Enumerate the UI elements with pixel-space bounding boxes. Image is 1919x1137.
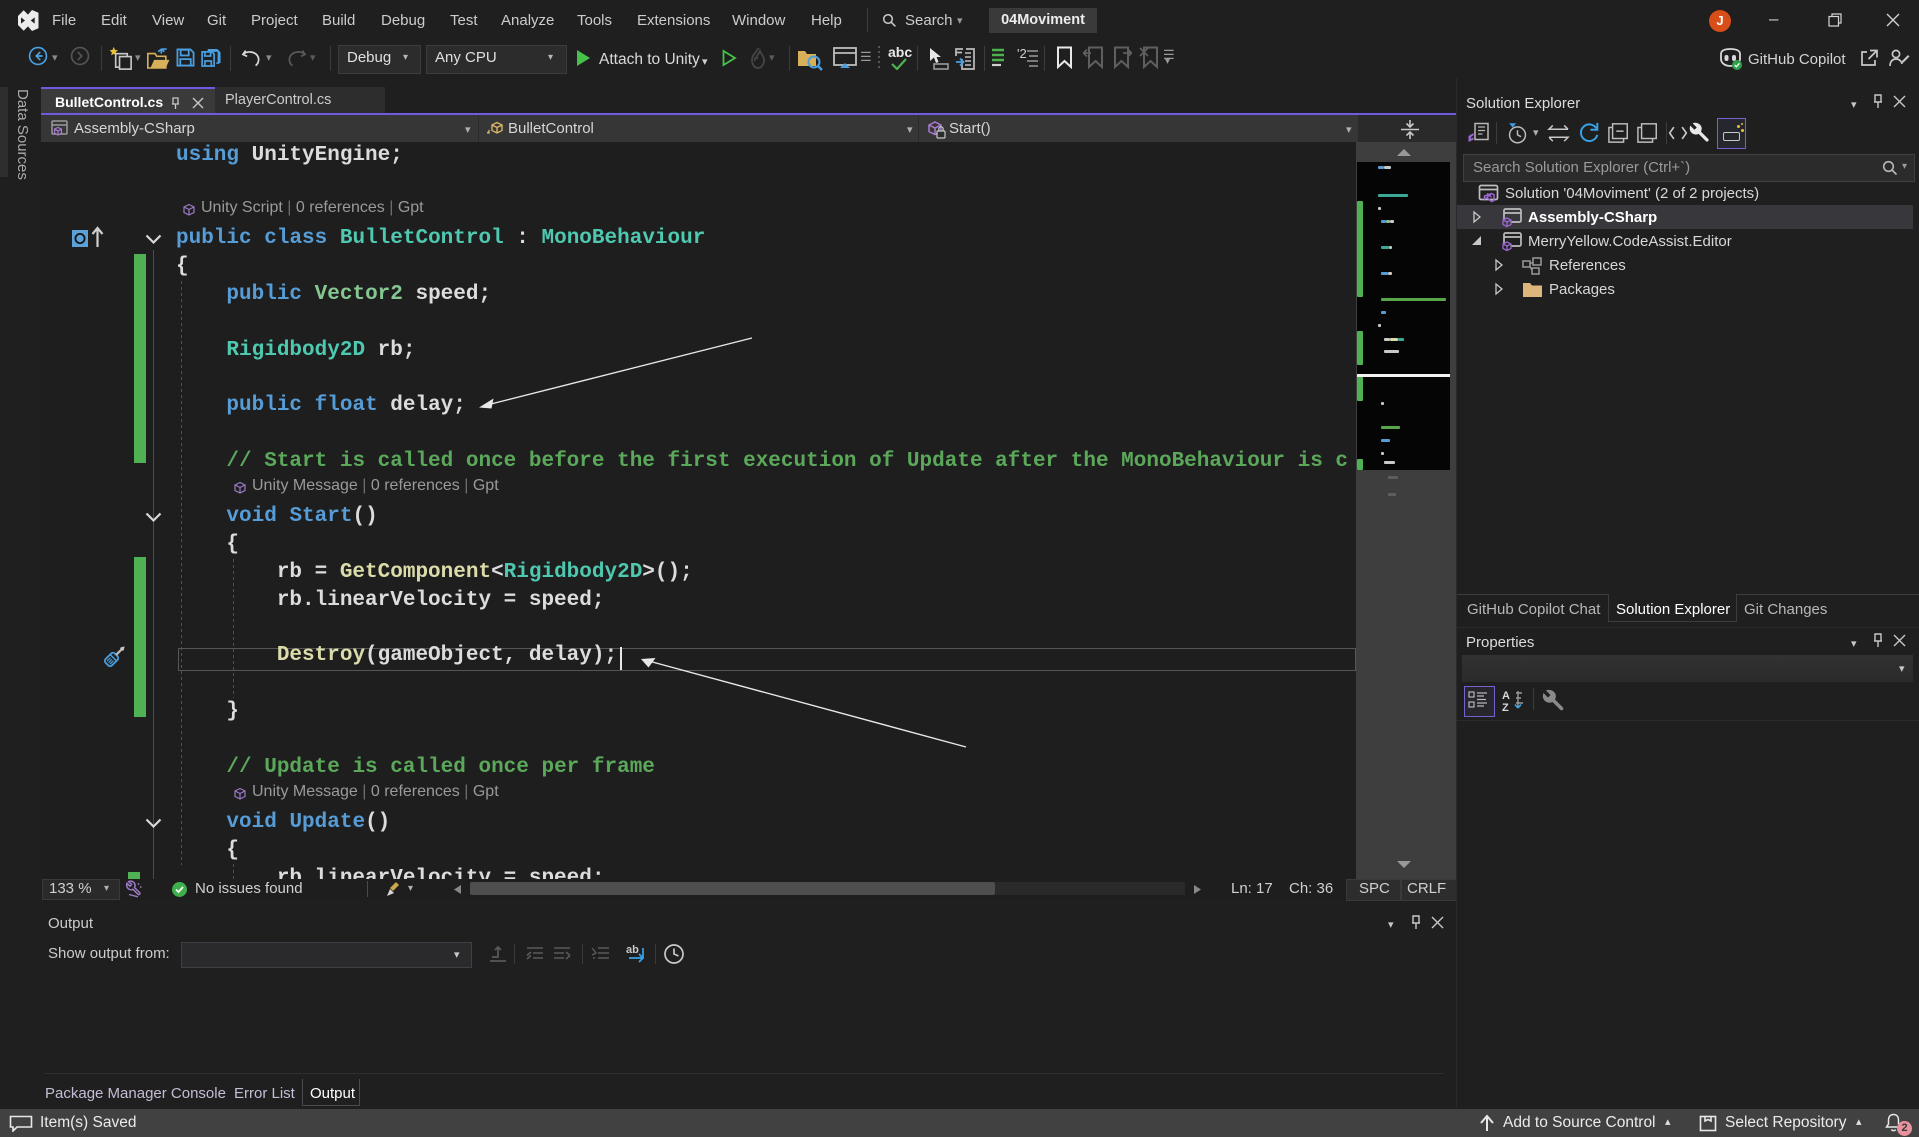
svg-text:A: A bbox=[1502, 690, 1510, 702]
svg-text:'2: '2 bbox=[1017, 48, 1027, 61]
svg-text:Z: Z bbox=[1502, 702, 1509, 713]
svg-text:ab: ab bbox=[626, 944, 639, 956]
